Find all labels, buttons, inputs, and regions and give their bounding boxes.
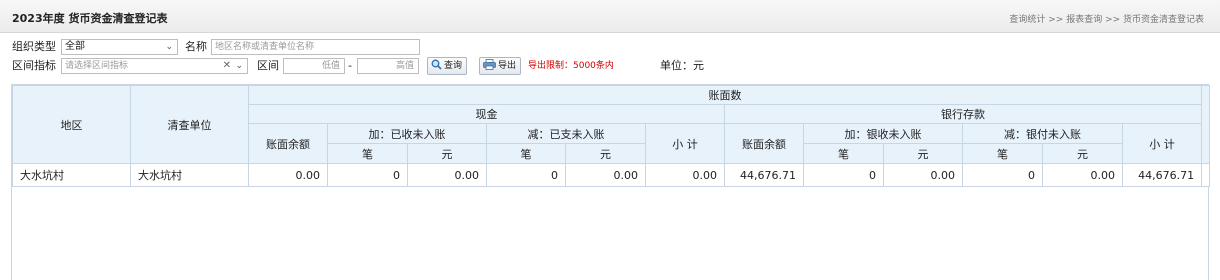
chevron-down-icon: ⌄ xyxy=(235,61,243,71)
header-count: 笔 xyxy=(803,143,884,164)
range-dash: - xyxy=(348,59,352,72)
header-bank-sub: 减：银付未入账 xyxy=(962,123,1123,144)
cell-cash-add-count: 0 xyxy=(327,163,408,187)
high-placeholder: 高值 xyxy=(395,61,414,71)
cell-bank-add-count: 0 xyxy=(803,163,884,187)
title-bar: 2023年度 货币资金清查登记表 查询统计 >> 报表查询 >> 货币资金清查登… xyxy=(0,0,1220,33)
cell-scroll-gutter xyxy=(1201,163,1211,187)
search-icon xyxy=(431,59,442,70)
query-button-label: 查询 xyxy=(444,61,463,71)
header-yuan: 元 xyxy=(565,143,646,164)
header-cash-add: 加：已收未入账 xyxy=(327,123,487,144)
org-type-label: 组织类型 xyxy=(12,40,56,53)
cell-cash-sub-amount: 0.00 xyxy=(565,163,646,187)
header-scroll-gutter xyxy=(1201,85,1211,164)
header-yuan: 元 xyxy=(1042,143,1123,164)
cell-cash-sub-count: 0 xyxy=(486,163,566,187)
range-metric-placeholder: 请选择区间指标 xyxy=(65,61,129,71)
breadcrumb: 查询统计 >> 报表查询 >> 货币资金清查登记表 xyxy=(1009,15,1204,25)
header-cash-balance: 账面余额 xyxy=(248,123,328,164)
cell-cash-subtotal: 0.00 xyxy=(645,163,725,187)
header-bank-add: 加：银收未入账 xyxy=(803,123,963,144)
header-bank-balance: 账面余额 xyxy=(724,123,804,164)
export-button[interactable]: 导出 xyxy=(479,57,522,75)
cell-bank-sub-count: 0 xyxy=(962,163,1043,187)
header-region: 地区 xyxy=(12,85,131,164)
printer-icon xyxy=(483,59,496,70)
cell-bank-subtotal: 44,676.71 xyxy=(1121,163,1203,187)
header-count: 笔 xyxy=(486,143,566,164)
export-limit-note: 导出限制：5000条内 xyxy=(528,61,614,71)
header-cash-subtotal: 小 计 xyxy=(645,123,725,164)
cell-unit: 大水坑村 xyxy=(130,163,249,187)
header-cash-sub: 减：已支未入账 xyxy=(486,123,646,144)
header-count: 笔 xyxy=(327,143,408,164)
header-cash: 现金 xyxy=(248,104,725,124)
cell-cash-balance: 0.00 xyxy=(248,163,328,187)
export-button-label: 导出 xyxy=(498,61,517,71)
table-row[interactable]: 大水坑村 大水坑村 0.00 0 0.00 0 0.00 0.00 44,676… xyxy=(12,163,1211,187)
cell-cash-add-amount: 0.00 xyxy=(407,163,487,187)
range-metric-select[interactable]: 请选择区间指标 ✕ ⌄ xyxy=(61,58,248,74)
header-count: 笔 xyxy=(962,143,1043,164)
low-placeholder: 低值 xyxy=(321,61,340,71)
ledger-table-container: 地区 清查单位 账面数 现金 银行存款 账面余额 加：已收未入账 减：已支未入账… xyxy=(11,84,1211,280)
unit-label: 单位：元 xyxy=(660,59,704,72)
page-title: 2023年度 货币资金清查登记表 xyxy=(12,12,168,25)
range-metric-label: 区间指标 xyxy=(12,59,56,72)
org-type-value: 全部 xyxy=(65,41,85,52)
header-bank-subtotal: 小 计 xyxy=(1121,123,1203,164)
cell-bank-balance: 44,676.71 xyxy=(724,163,804,187)
name-input[interactable]: 地区名称或清查单位名称 xyxy=(211,39,420,55)
clear-icon[interactable]: ✕ xyxy=(223,59,231,73)
name-placeholder: 地区名称或清查单位名称 xyxy=(215,42,315,52)
cell-bank-sub-amount: 0.00 xyxy=(1042,163,1123,187)
chevron-down-icon: ⌄ xyxy=(165,42,173,52)
org-type-select[interactable]: 全部 ⌄ xyxy=(61,39,178,55)
header-unit: 清查单位 xyxy=(130,85,249,164)
header-yuan: 元 xyxy=(407,143,487,164)
ledger-table: 地区 清查单位 账面数 现金 银行存款 账面余额 加：已收未入账 减：已支未入账… xyxy=(12,85,1211,187)
query-button[interactable]: 查询 xyxy=(427,57,468,75)
header-yuan: 元 xyxy=(883,143,963,164)
low-value-input[interactable]: 低值 xyxy=(283,58,345,74)
range-label: 区间 xyxy=(257,59,279,72)
cell-bank-add-amount: 0.00 xyxy=(883,163,963,187)
cell-region: 大水坑村 xyxy=(12,163,131,187)
header-book: 账面数 xyxy=(247,85,1203,105)
header-bank: 银行存款 xyxy=(723,104,1203,124)
name-label: 名称 xyxy=(185,40,207,53)
high-value-input[interactable]: 高值 xyxy=(357,58,419,74)
